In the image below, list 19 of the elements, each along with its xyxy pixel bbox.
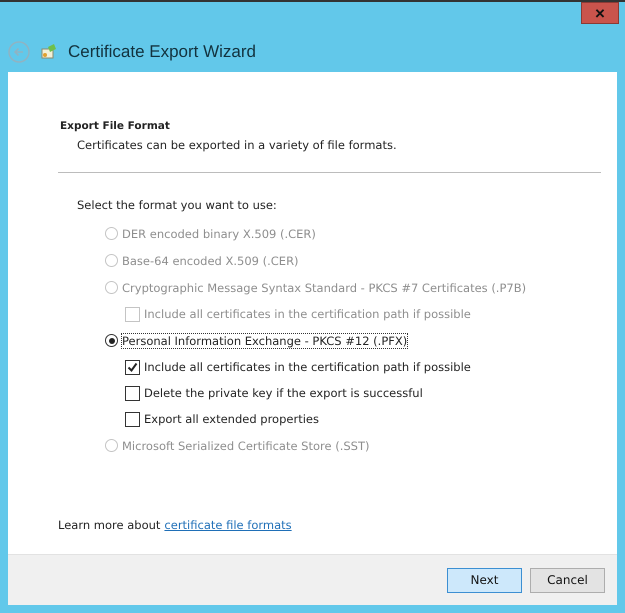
checkbox-label[interactable]: Export all extended properties	[144, 412, 319, 426]
certificate-icon	[40, 43, 58, 61]
option-label[interactable]: Personal Information Exchange - PKCS #12 (.PFX)	[122, 334, 408, 348]
back-icon[interactable]	[8, 41, 30, 63]
cancel-button[interactable]: Cancel	[530, 568, 605, 592]
section-subtitle: Certificates can be exported in a variety of file formats.	[76, 138, 398, 152]
format-prompt: Select the format you want to use:	[77, 198, 278, 212]
radio-button[interactable]	[105, 334, 118, 347]
formats-link[interactable]: certificate file formats	[164, 518, 292, 532]
checkbox-label[interactable]: Include all certificates in the certification path if possible	[144, 360, 471, 374]
learn-more-text: Learn more about	[58, 518, 160, 532]
next-button[interactable]: Next	[447, 568, 522, 592]
window-title: Certificate Export Wizard	[68, 42, 256, 62]
close-button[interactable]: ×	[581, 2, 619, 24]
checkbox[interactable]	[125, 360, 140, 374]
checkbox[interactable]	[125, 412, 140, 426]
section-title: Export File Format	[60, 120, 171, 132]
checkbox-label[interactable]: Delete the private key if the export is successful	[144, 386, 423, 400]
checkbox[interactable]	[125, 386, 140, 400]
